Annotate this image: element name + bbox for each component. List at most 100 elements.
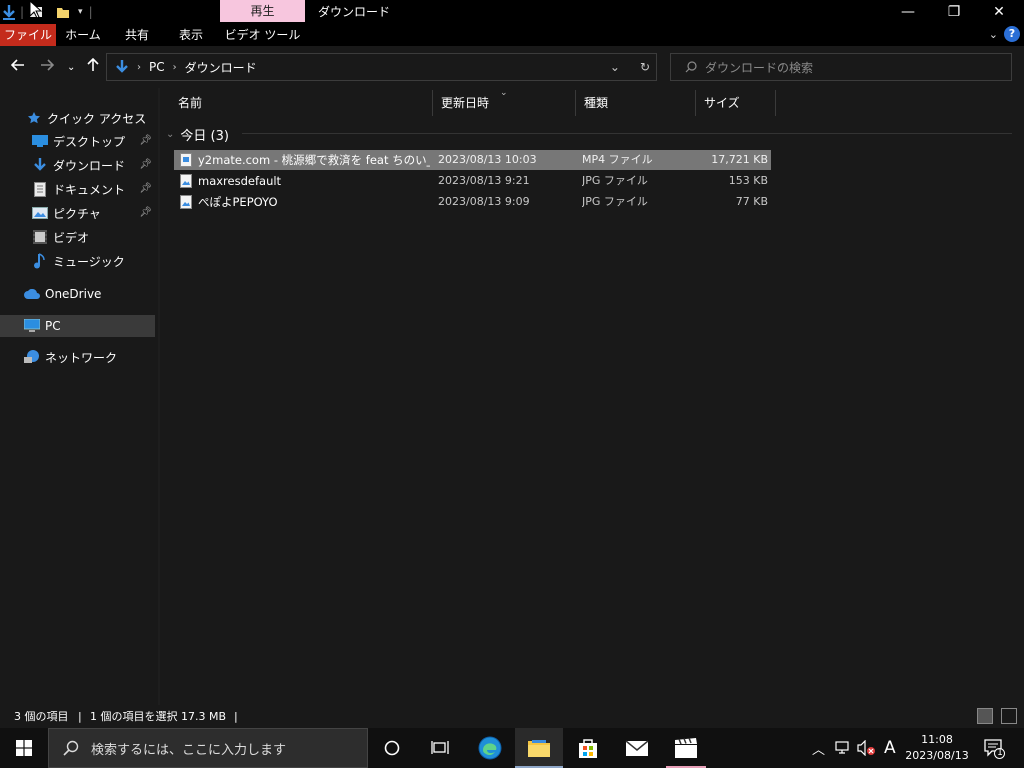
breadcrumb-pc[interactable]: PC (149, 60, 165, 74)
nav-item-pictures[interactable]: ピクチャ 📌︎ (32, 202, 156, 224)
file-name[interactable]: y2mate.com - 桃源郷で救済を feat ちのい_... (198, 150, 430, 170)
nav-item-desktop[interactable]: デスクトップ 📌︎ (32, 130, 156, 152)
new-folder-icon[interactable] (56, 5, 70, 19)
tab-share[interactable]: 共有 (110, 24, 164, 46)
store-button[interactable] (564, 728, 612, 768)
expand-ribbon-icon[interactable]: ⌄ (989, 28, 998, 41)
up-arrow-icon (87, 57, 99, 71)
file-size: 17,721 KB (711, 153, 768, 166)
cloud-icon (24, 286, 40, 302)
desktop-icon (32, 133, 48, 149)
file-name[interactable]: ぺぽよPEPOYO (198, 192, 430, 212)
status-separator: | (234, 710, 238, 723)
file-row[interactable]: ぺぽよPEPOYO 2023/08/13 9:09 JPG ファイル 77 KB (174, 192, 771, 212)
column-header-size[interactable]: サイズ (696, 90, 776, 116)
computer-icon (24, 318, 40, 334)
document-icon (32, 181, 48, 197)
search-icon (685, 61, 697, 73)
pin-icon[interactable]: 📌︎ (139, 207, 152, 218)
navigation-bar: ⌄ › PC › ダウンロード ⌄ ↻ ダウンロードの検索 (0, 46, 1024, 88)
video-icon (32, 229, 48, 245)
pin-icon[interactable]: 📌︎ (139, 159, 152, 170)
edge-browser-button[interactable] (466, 728, 514, 768)
file-date: 2023/08/13 9:21 (438, 174, 530, 187)
recent-locations-icon[interactable]: ⌄ (67, 59, 75, 77)
network-tray-button[interactable] (835, 728, 851, 768)
tab-home[interactable]: ホーム (56, 24, 110, 46)
volume-tray-button[interactable] (857, 728, 875, 768)
video-editor-button[interactable] (662, 728, 710, 768)
pin-icon[interactable]: 📌︎ (139, 135, 152, 146)
file-explorer-button[interactable] (515, 728, 563, 768)
mail-button[interactable] (613, 728, 661, 768)
start-button[interactable] (0, 728, 48, 768)
file-type: JPG ファイル (582, 174, 648, 187)
status-selection: 1 個の項目を選択 17.3 MB (90, 710, 227, 723)
nav-pc[interactable]: PC (24, 315, 61, 337)
search-icon (63, 740, 79, 756)
search-box[interactable]: ダウンロードの検索 (670, 53, 1012, 81)
file-date: 2023/08/13 9:09 (438, 195, 530, 208)
column-header-name[interactable]: 名前 (170, 90, 433, 116)
taskbar-search-placeholder: 検索するには、ここに入力します (91, 742, 287, 758)
pin-icon[interactable]: 📌︎ (139, 183, 152, 194)
nav-item-label: ミュージック (53, 254, 125, 269)
qat-separator: | (20, 5, 25, 19)
file-type: MP4 ファイル (582, 153, 653, 166)
download-arrow-icon (3, 5, 15, 20)
address-history-dropdown-icon[interactable]: ⌄ (610, 60, 620, 74)
nav-quick-access[interactable]: クイック アクセス (26, 107, 146, 129)
cortana-button[interactable] (368, 728, 416, 768)
status-item-count: 3 個の項目 (14, 710, 69, 723)
file-name[interactable]: maxresdefault (198, 171, 430, 191)
action-center-button[interactable]: 1 (983, 728, 1005, 768)
help-icon[interactable]: ? (1004, 26, 1020, 42)
breadcrumb-separator-icon[interactable]: › (137, 62, 141, 73)
tab-file[interactable]: ファイル (0, 24, 56, 46)
customize-qat-icon[interactable]: ▾ (78, 7, 83, 17)
forward-button[interactable] (40, 58, 55, 76)
refresh-icon[interactable]: ↻ (640, 60, 650, 74)
nav-onedrive[interactable]: OneDrive (24, 283, 101, 305)
collapse-chevron-icon[interactable]: ⌄ (166, 129, 174, 140)
store-bag-icon (579, 739, 597, 758)
group-header-today[interactable]: ⌄ 今日 (3) (166, 124, 229, 144)
nav-network[interactable]: ネットワーク (24, 346, 117, 368)
address-bar[interactable]: › PC › ダウンロード ⌄ ↻ (106, 53, 657, 81)
breadcrumb-downloads[interactable]: ダウンロード (185, 59, 257, 76)
large-icons-view-icon[interactable] (1001, 708, 1017, 724)
taskbar-clock[interactable]: 11:08 2023/08/13 (904, 732, 970, 764)
file-row[interactable]: y2mate.com - 桃源郷で救済を feat ちのい_... 2023/0… (174, 150, 771, 170)
context-tab-play[interactable]: 再生 (220, 0, 305, 22)
nav-item-downloads[interactable]: ダウンロード 📌︎ (32, 154, 156, 176)
nav-item-music[interactable]: ミュージック (32, 250, 125, 272)
nav-item-documents[interactable]: ドキュメント 📌︎ (32, 178, 156, 200)
back-button[interactable] (10, 58, 25, 76)
details-view-icon[interactable] (977, 708, 993, 724)
tab-view[interactable]: 表示 (164, 24, 218, 46)
network-disconnected-icon (835, 741, 849, 754)
up-button[interactable] (86, 57, 100, 76)
nav-item-videos[interactable]: ビデオ (32, 226, 89, 248)
taskbar-search-box[interactable]: 検索するには、ここに入力します (48, 728, 368, 768)
file-row[interactable]: maxresdefault 2023/08/13 9:21 JPG ファイル 1… (174, 171, 771, 191)
breadcrumb-separator-icon[interactable]: › (173, 62, 177, 73)
quick-access-toolbar: | ▾ | (2, 3, 93, 21)
minimize-button[interactable]: — (885, 0, 931, 24)
column-header-type[interactable]: 種類 (576, 90, 696, 116)
chevron-up-icon: ︿ (812, 742, 826, 758)
show-hidden-icons-button[interactable]: ︿ (812, 728, 825, 768)
nav-item-label: デスクトップ (53, 134, 126, 149)
file-list-pane: 名前 更新日時 ⌄ 種類 サイズ ⌄ 今日 (3) y2mate.com - 桃… (160, 88, 1024, 705)
ime-mode-indicator[interactable]: A (884, 728, 896, 768)
pictures-icon (32, 205, 48, 221)
close-button[interactable]: ✕ (976, 0, 1022, 24)
star-icon (26, 110, 42, 126)
qat-separator-2: | (88, 5, 93, 19)
nav-item-label: ピクチャ (53, 206, 101, 221)
forward-arrow-icon (41, 59, 55, 71)
task-view-button[interactable] (416, 728, 464, 768)
music-icon (32, 253, 48, 269)
tab-video-tools[interactable]: ビデオ ツール (220, 24, 305, 46)
maximize-button[interactable]: ❐ (931, 0, 977, 24)
